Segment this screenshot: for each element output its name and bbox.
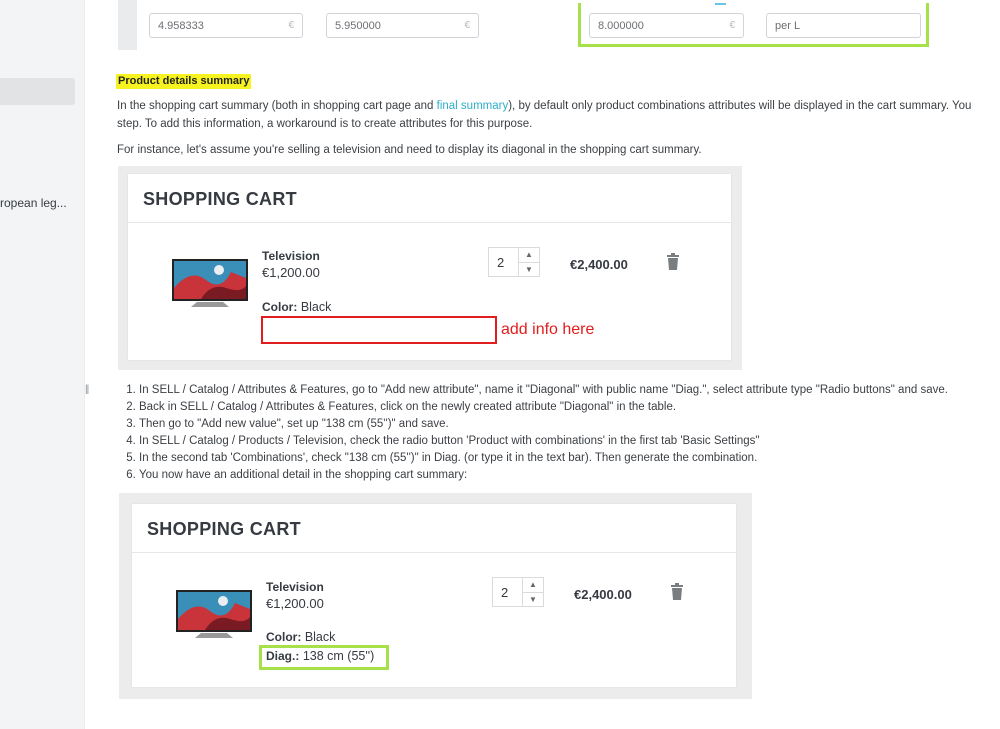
- sidebar-item-european-legal[interactable]: ropean leg...: [0, 196, 67, 210]
- step-item: In SELL / Catalog / Products / Televisio…: [139, 433, 948, 450]
- step-item: In the second tab 'Combinations', check …: [139, 450, 948, 467]
- left-sidebar: ropean leg...: [0, 0, 85, 729]
- sidebar-item-active[interactable]: [0, 78, 75, 105]
- cart-divider: [128, 222, 731, 223]
- cart-title: SHOPPING CART: [147, 519, 301, 539]
- trash-icon[interactable]: [671, 583, 683, 600]
- quantity-stepper[interactable]: 2 ▲ ▼: [488, 247, 540, 277]
- step-item: Then go to "Add new value", set up "138 …: [139, 416, 948, 433]
- chevron-down-icon[interactable]: ▼: [523, 593, 543, 607]
- price-tax-excl-value: 4.958333: [158, 20, 204, 32]
- instruction-steps: In SELL / Catalog / Attributes & Feature…: [125, 382, 948, 484]
- product-unit-price: €1,200.00: [266, 596, 324, 611]
- chevron-up-icon[interactable]: ▲: [523, 578, 543, 593]
- cart-divider: [132, 552, 736, 553]
- step-item: In SELL / Catalog / Attributes & Feature…: [139, 382, 948, 399]
- chevron-up-icon[interactable]: ▲: [519, 248, 539, 263]
- price-tax-incl-value: 5.950000: [335, 20, 381, 32]
- product-unit-price: €1,200.00: [262, 265, 320, 280]
- quantity-value: 2: [497, 255, 505, 270]
- line-total: €2,400.00: [570, 257, 628, 272]
- red-annotation-box: [261, 316, 497, 344]
- euro-icon: €: [288, 20, 294, 31]
- product-color-attribute: Color: Black: [262, 300, 332, 314]
- intro-line-1: In the shopping cart summary (both in sh…: [117, 100, 972, 112]
- chevron-down-icon[interactable]: ▼: [519, 263, 539, 277]
- quantity-value: 2: [501, 585, 509, 600]
- intro-line-2: step. To add this information, a workaro…: [117, 118, 533, 130]
- green-annotation-box: [578, 3, 929, 47]
- quantity-stepper[interactable]: 2 ▲ ▼: [492, 577, 544, 607]
- cart-title: SHOPPING CART: [143, 189, 297, 209]
- intro-line-3: For instance, let's assume you're sellin…: [117, 144, 702, 156]
- resize-handle-icon[interactable]: ||: [85, 384, 89, 395]
- euro-icon: €: [464, 20, 470, 31]
- line-total: €2,400.00: [574, 587, 632, 602]
- annotation-add-info: add info here: [501, 321, 595, 338]
- step-item: Back in SELL / Catalog / Attributes & Fe…: [139, 399, 948, 416]
- step-item: You now have an additional detail in the…: [139, 467, 948, 484]
- price-tax-excl-input[interactable]: 4.958333 €: [149, 13, 303, 38]
- product-name[interactable]: Television: [262, 249, 320, 263]
- green-annotation-box: [259, 645, 389, 670]
- television-thumbnail[interactable]: [175, 589, 253, 639]
- final-summary-link[interactable]: final summary: [437, 100, 509, 112]
- section-title: Product details summary: [116, 74, 252, 89]
- product-name[interactable]: Television: [266, 580, 324, 594]
- product-color-attribute: Color: Black: [266, 630, 336, 644]
- television-thumbnail[interactable]: [171, 258, 249, 308]
- trash-icon[interactable]: [667, 253, 679, 270]
- price-panel-edge: [118, 0, 137, 50]
- price-tax-incl-input[interactable]: 5.950000 €: [326, 13, 479, 38]
